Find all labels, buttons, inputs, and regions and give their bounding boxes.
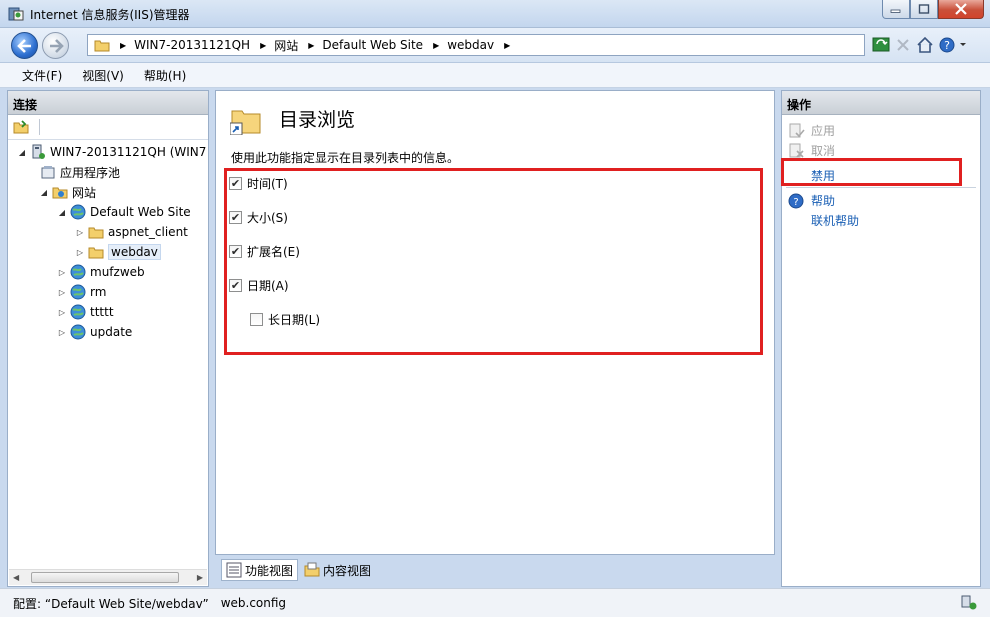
action-help[interactable]: ? 帮助 bbox=[788, 192, 835, 209]
connect-icon[interactable] bbox=[13, 119, 31, 135]
checkbox-extension[interactable]: ✔ bbox=[229, 245, 242, 258]
connections-header: 连接 bbox=[8, 91, 208, 115]
svg-text:?: ? bbox=[793, 197, 798, 208]
globe-icon bbox=[70, 324, 86, 340]
svg-text:?: ? bbox=[944, 39, 950, 52]
action-cancel[interactable]: 取消 bbox=[788, 142, 835, 159]
tree-node-sites[interactable]: ◢ 网站 bbox=[38, 182, 96, 202]
refresh-icon bbox=[872, 37, 890, 52]
tree-node-rm[interactable]: ▷ rm bbox=[56, 282, 106, 302]
folder-icon bbox=[88, 227, 104, 239]
status-config-path: 配置: “Default Web Site/webdav” bbox=[13, 596, 209, 611]
scrollbar-thumb[interactable] bbox=[31, 572, 179, 583]
breadcrumb-default-web-site[interactable]: Default Web Site bbox=[322, 38, 423, 52]
connections-panel: 连接 ◢ WIN7-20131121QH (WIN7 应用程序池 ◢ 网站 ◢ … bbox=[7, 90, 209, 587]
breadcrumb-sites[interactable]: 网站 bbox=[274, 37, 298, 54]
view-tabs: 功能视图 内容视图 bbox=[215, 558, 377, 582]
tree-node-ttttt[interactable]: ▷ ttttt bbox=[56, 302, 114, 322]
option-long-date[interactable]: 长日期(L) bbox=[250, 311, 320, 328]
back-button[interactable] bbox=[11, 32, 38, 59]
feature-panel: 目录浏览 使用此功能指定显示在目录列表中的信息。 ✔ 时间(T) ✔ 大小(S)… bbox=[215, 90, 775, 555]
option-time[interactable]: ✔ 时间(T) bbox=[229, 175, 288, 192]
status-bar: 配置: “Default Web Site/webdav” web.config bbox=[0, 588, 990, 617]
menu-file[interactable]: 文件(F) bbox=[22, 67, 62, 84]
sites-folder-icon bbox=[52, 187, 68, 199]
checkbox-time[interactable]: ✔ bbox=[229, 177, 242, 190]
close-button[interactable] bbox=[938, 0, 984, 19]
tree-node-default-web-site[interactable]: ◢ Default Web Site bbox=[56, 202, 191, 222]
scroll-right-icon[interactable]: ▶ bbox=[197, 573, 203, 582]
breadcrumb-webdav[interactable]: webdav bbox=[447, 38, 494, 52]
menu-help[interactable]: 帮助(H) bbox=[144, 67, 186, 84]
tree-node-app-pools[interactable]: 应用程序池 bbox=[40, 162, 120, 182]
action-online-help[interactable]: 联机帮助 bbox=[788, 212, 859, 229]
forward-button[interactable] bbox=[42, 32, 69, 59]
action-apply[interactable]: 应用 bbox=[788, 122, 835, 139]
home-icon bbox=[917, 36, 933, 53]
features-view-icon bbox=[226, 562, 242, 578]
folder-icon bbox=[88, 247, 104, 259]
server-icon bbox=[32, 144, 45, 159]
iis-app-icon bbox=[8, 7, 24, 21]
title-bar: Internet 信息服务(IIS)管理器 bbox=[0, 0, 990, 28]
tab-features-view[interactable]: 功能视图 bbox=[221, 559, 299, 581]
minimize-icon bbox=[890, 9, 901, 13]
option-size[interactable]: ✔ 大小(S) bbox=[229, 209, 288, 226]
option-extension[interactable]: ✔ 扩展名(E) bbox=[229, 243, 300, 260]
tree-node-webdav[interactable]: ▷ webdav bbox=[74, 242, 161, 262]
globe-icon bbox=[70, 264, 86, 280]
tree-node-mufzweb[interactable]: ▷ mufzweb bbox=[56, 262, 145, 282]
action-disable[interactable]: 禁用 bbox=[788, 167, 835, 184]
checkbox-long-date[interactable] bbox=[250, 313, 263, 326]
page-title: 目录浏览 bbox=[279, 109, 356, 131]
content-view-icon bbox=[304, 562, 320, 577]
tab-content-view[interactable]: 内容视图 bbox=[300, 559, 375, 581]
help-icon: ? bbox=[788, 193, 804, 208]
actions-divider bbox=[786, 187, 976, 188]
stop-button[interactable] bbox=[894, 36, 912, 54]
address-bar[interactable]: ▶ WIN7-20131121QH ▶ 网站 ▶ Default Web Site ▶… bbox=[87, 34, 865, 56]
close-icon bbox=[955, 3, 967, 15]
network-status-icon bbox=[961, 595, 977, 610]
horizontal-scrollbar[interactable]: ◀ ▶ bbox=[9, 569, 207, 585]
actions-header: 操作 bbox=[782, 91, 980, 115]
maximize-button[interactable] bbox=[910, 0, 938, 19]
scroll-left-icon[interactable]: ◀ bbox=[13, 573, 19, 582]
help-dropdown-button[interactable]: ? bbox=[938, 36, 970, 54]
arrow-right-icon bbox=[49, 38, 64, 53]
connections-toolbar bbox=[8, 115, 208, 140]
checkbox-date[interactable]: ✔ bbox=[229, 279, 242, 292]
option-date[interactable]: ✔ 日期(A) bbox=[229, 277, 289, 294]
cancel-icon bbox=[789, 143, 804, 158]
navigation-bar: ▶ WIN7-20131121QH ▶ 网站 ▶ Default Web Site ▶… bbox=[0, 28, 990, 63]
minimize-button[interactable] bbox=[882, 0, 910, 19]
menu-bar: 文件(F) 视图(V) 帮助(H) bbox=[0, 63, 990, 88]
stop-icon bbox=[897, 39, 909, 51]
globe-icon bbox=[70, 204, 86, 220]
apply-icon bbox=[789, 123, 805, 137]
window-title: Internet 信息服务(IIS)管理器 bbox=[30, 8, 190, 22]
actions-panel: 操作 应用 取消 禁用 ? 帮助 联机帮助 bbox=[781, 90, 981, 587]
tree-node-server[interactable]: ◢ WIN7-20131121QH (WIN7 bbox=[16, 142, 206, 162]
folder-icon bbox=[94, 40, 110, 52]
maximize-icon bbox=[918, 4, 930, 14]
breadcrumb-server[interactable]: WIN7-20131121QH bbox=[134, 38, 250, 52]
menu-view[interactable]: 视图(V) bbox=[82, 67, 124, 84]
checkbox-size[interactable]: ✔ bbox=[229, 211, 242, 224]
directory-browsing-icon bbox=[230, 110, 261, 135]
page-description: 使用此功能指定显示在目录列表中的信息。 bbox=[231, 151, 460, 165]
tree-node-aspnet-client[interactable]: ▷ aspnet_client bbox=[74, 222, 188, 242]
home-button[interactable] bbox=[916, 36, 934, 54]
status-config-file: web.config bbox=[220, 596, 287, 610]
help-icon: ? bbox=[939, 37, 966, 53]
arrow-left-icon bbox=[16, 38, 31, 53]
globe-icon bbox=[70, 304, 86, 320]
app-pool-icon bbox=[41, 166, 55, 179]
tree-node-update[interactable]: ▷ update bbox=[56, 322, 132, 342]
globe-icon bbox=[70, 284, 86, 300]
refresh-button[interactable] bbox=[872, 36, 890, 54]
